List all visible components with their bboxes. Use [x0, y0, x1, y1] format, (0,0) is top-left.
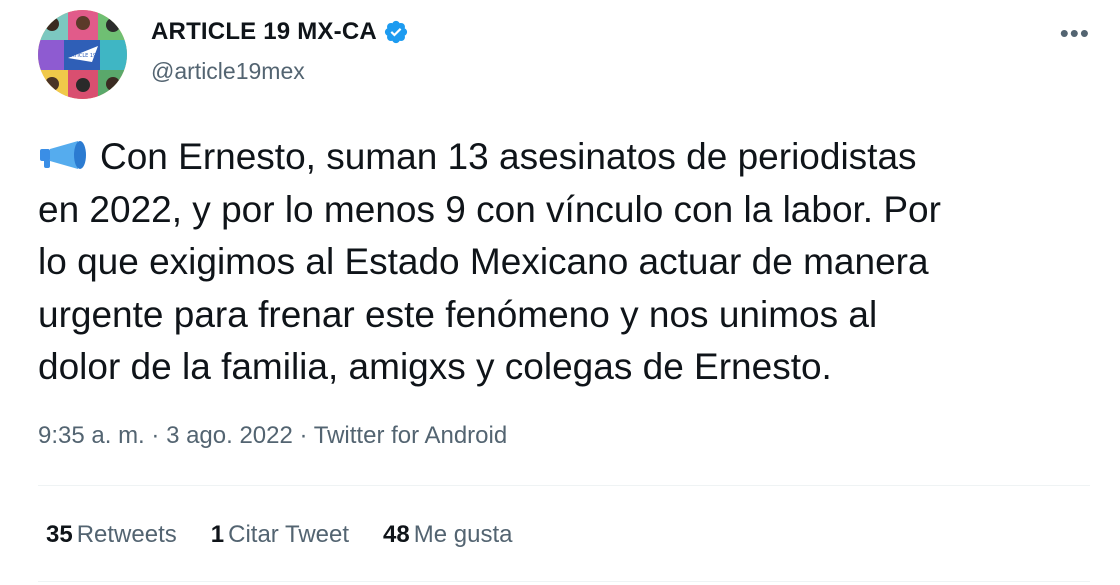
more-options-icon[interactable]: •••	[1060, 20, 1090, 46]
meta-separator: ·	[292, 422, 314, 449]
tweet-text: Con Ernesto, suman 13 asesinatos de peri…	[38, 131, 1098, 394]
tweet-line: en 2022, y por lo menos 9 con vínculo co…	[38, 188, 941, 230]
tweet-line: dolor de la familia, amigxs y colegas de…	[38, 346, 832, 387]
divider	[38, 581, 1090, 582]
avatar[interactable]: ARTICLE 19	[38, 10, 127, 99]
author-handle[interactable]: @article19mex	[151, 58, 305, 85]
likes-count: 48	[383, 521, 410, 548]
avatar-logo-text: ARTICLE 19	[68, 53, 96, 59]
divider	[38, 485, 1090, 486]
tweet-line: lo que exigimos al Estado Mexicano actua…	[38, 241, 929, 282]
tweet-meta: 9:35 a. m. · 3 ago. 2022 · Twitter for A…	[38, 422, 507, 450]
quotes-count: 1	[210, 521, 225, 548]
tweet-time[interactable]: 9:35 a. m.	[38, 422, 145, 449]
avatar-image: ARTICLE 19	[38, 10, 127, 99]
meta-separator: ·	[144, 422, 167, 449]
retweets-label: Retweets	[76, 521, 177, 548]
author-display-name[interactable]: ARTICLE 19 MX-CA	[151, 18, 377, 46]
likes-label: Me gusta	[413, 521, 513, 548]
tweet-line: urgente para frenar este fenómeno y nos …	[38, 293, 878, 335]
megaphone-icon	[38, 133, 94, 169]
likes-stat[interactable]: 48 Me gusta	[383, 521, 512, 549]
retweets-stat[interactable]: 35 Retweets	[46, 521, 177, 549]
tweet-line: Con Ernesto, suman 13 asesinatos de peri…	[100, 136, 917, 177]
retweets-count: 35	[46, 521, 73, 548]
tweet-stats: 35 Retweets 1 Citar Tweet 48 Me gusta	[46, 521, 512, 549]
verified-badge-icon	[383, 19, 409, 45]
quotes-label: Citar Tweet	[228, 521, 350, 548]
tweet-date[interactable]: 3 ago. 2022	[166, 422, 293, 449]
quote-tweets-stat[interactable]: 1 Citar Tweet	[211, 521, 349, 549]
tweet-source[interactable]: Twitter for Android	[314, 422, 507, 449]
author-name-row[interactable]: ARTICLE 19 MX-CA	[151, 18, 409, 46]
